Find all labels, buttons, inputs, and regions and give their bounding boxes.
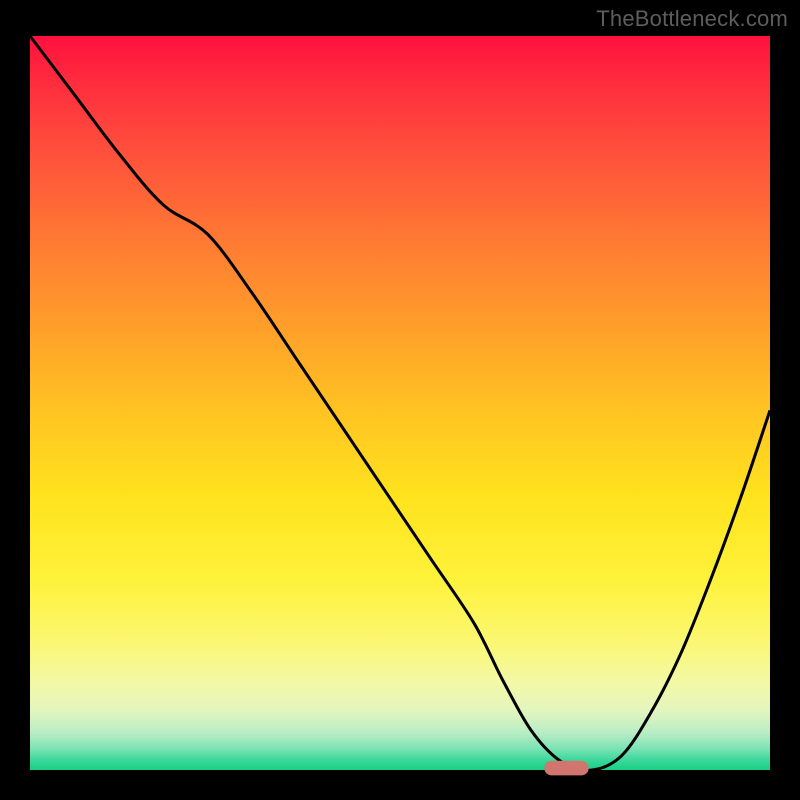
plot-overlay [30,36,770,770]
watermark-text: TheBottleneck.com [596,6,788,32]
chart-stage: TheBottleneck.com [0,0,800,800]
bottleneck-curve [30,36,770,770]
minimum-marker [544,761,588,776]
